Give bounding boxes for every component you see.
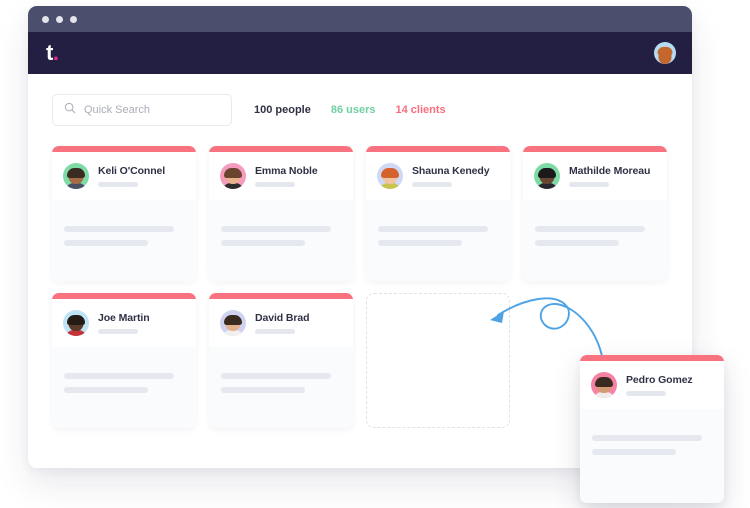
- content-placeholder-bar: [378, 240, 462, 246]
- person-card[interactable]: Mathilde Moreau: [523, 146, 667, 281]
- content-placeholder-bar: [221, 226, 332, 232]
- content-placeholder-bar: [592, 435, 703, 441]
- search-box[interactable]: [52, 94, 232, 126]
- content-placeholder-bar: [64, 226, 175, 232]
- card-name-wrap: Joe Martin: [98, 312, 150, 334]
- card-header: Joe Martin: [52, 299, 196, 347]
- card-name-wrap: David Brad: [255, 312, 310, 334]
- avatar-hair: [595, 376, 613, 387]
- person-avatar: [534, 163, 560, 189]
- app-logo[interactable]: t.: [46, 40, 59, 65]
- dragged-person-card[interactable]: Pedro Gomez: [580, 355, 724, 503]
- window-maximize-dot[interactable]: [70, 15, 77, 23]
- card-name-wrap: Mathilde Moreau: [569, 165, 650, 187]
- card-body: [52, 200, 196, 246]
- avatar-hair: [224, 167, 242, 178]
- person-subtitle-placeholder: [569, 182, 609, 187]
- person-name: Joe Martin: [98, 312, 150, 324]
- card-header: Shauna Kenedy: [366, 152, 510, 200]
- window-close-dot[interactable]: [42, 15, 49, 23]
- person-avatar: [377, 163, 403, 189]
- stat-people[interactable]: 100 people: [254, 104, 311, 116]
- search-input[interactable]: [84, 104, 220, 116]
- app-logo-dot: .: [52, 40, 59, 65]
- person-subtitle-placeholder: [626, 391, 666, 396]
- empty-drop-slot[interactable]: [366, 293, 510, 428]
- card-name-wrap: Shauna Kenedy: [412, 165, 490, 187]
- avatar-hair: [67, 167, 85, 178]
- person-avatar: [63, 163, 89, 189]
- person-subtitle-placeholder: [412, 182, 452, 187]
- stat-clients[interactable]: 14 clients: [396, 104, 446, 116]
- content-placeholder-bar: [221, 240, 305, 246]
- person-card[interactable]: Shauna Kenedy: [366, 146, 510, 281]
- person-avatar: [63, 310, 89, 336]
- window-minimize-dot[interactable]: [56, 15, 63, 23]
- card-body: [580, 409, 724, 455]
- avatar-hair: [538, 167, 556, 178]
- person-card[interactable]: Emma Noble: [209, 146, 353, 281]
- person-card[interactable]: David Brad: [209, 293, 353, 428]
- card-header: Mathilde Moreau: [523, 152, 667, 200]
- card-name-wrap: Keli O'Connel: [98, 165, 165, 187]
- content-placeholder-bar: [535, 226, 646, 232]
- content-placeholder-bar: [64, 373, 175, 379]
- app-header: t.: [28, 32, 692, 74]
- card-body: [523, 200, 667, 246]
- person-name: Keli O'Connel: [98, 165, 166, 177]
- card-body: [209, 347, 353, 393]
- person-name: David Brad: [255, 312, 310, 324]
- header-user-avatar[interactable]: [654, 42, 676, 64]
- screenshot-stage: t. 100: [0, 0, 750, 508]
- avatar-hair: [657, 47, 673, 56]
- content-placeholder-bar: [378, 226, 489, 232]
- card-name-wrap: Pedro Gomez: [626, 374, 693, 396]
- person-name: Mathilde Moreau: [569, 165, 651, 177]
- card-body: [52, 347, 196, 393]
- person-avatar: [591, 372, 617, 398]
- content-placeholder-bar: [221, 387, 305, 393]
- avatar-beard: [658, 55, 672, 64]
- stats-group: 100 people 86 users 14 clients: [254, 104, 446, 116]
- search-icon: [64, 101, 76, 119]
- avatar-hair: [224, 314, 242, 325]
- person-avatar: [220, 310, 246, 336]
- person-subtitle-placeholder: [255, 329, 295, 334]
- avatar-hair: [67, 314, 85, 325]
- content-placeholder-bar: [221, 373, 332, 379]
- card-header: Emma Noble: [209, 152, 353, 200]
- person-card[interactable]: Keli O'Connel: [52, 146, 196, 281]
- person-name: Pedro Gomez: [626, 374, 693, 386]
- person-name: Emma Noble: [255, 165, 318, 177]
- card-header: David Brad: [209, 299, 353, 347]
- content-placeholder-bar: [592, 449, 676, 455]
- people-card-grid: Keli O'Connel Emma Noble Shauna Kenedy M…: [52, 146, 668, 428]
- card-name-wrap: Emma Noble: [255, 165, 318, 187]
- card-header: Pedro Gomez: [580, 361, 724, 409]
- app-logo-letter: t: [46, 40, 53, 65]
- content-placeholder-bar: [535, 240, 619, 246]
- card-body: [209, 200, 353, 246]
- card-header: Keli O'Connel: [52, 152, 196, 200]
- person-avatar: [220, 163, 246, 189]
- person-name: Shauna Kenedy: [412, 165, 490, 177]
- content-placeholder-bar: [64, 387, 148, 393]
- content-placeholder-bar: [64, 240, 148, 246]
- toolbar: 100 people 86 users 14 clients: [52, 94, 668, 126]
- avatar-hair: [381, 167, 399, 178]
- stat-users[interactable]: 86 users: [331, 104, 376, 116]
- window-chrome-bar: [28, 6, 692, 32]
- person-subtitle-placeholder: [98, 329, 138, 334]
- card-body: [366, 200, 510, 246]
- person-card[interactable]: Joe Martin: [52, 293, 196, 428]
- person-subtitle-placeholder: [98, 182, 138, 187]
- person-subtitle-placeholder: [255, 182, 295, 187]
